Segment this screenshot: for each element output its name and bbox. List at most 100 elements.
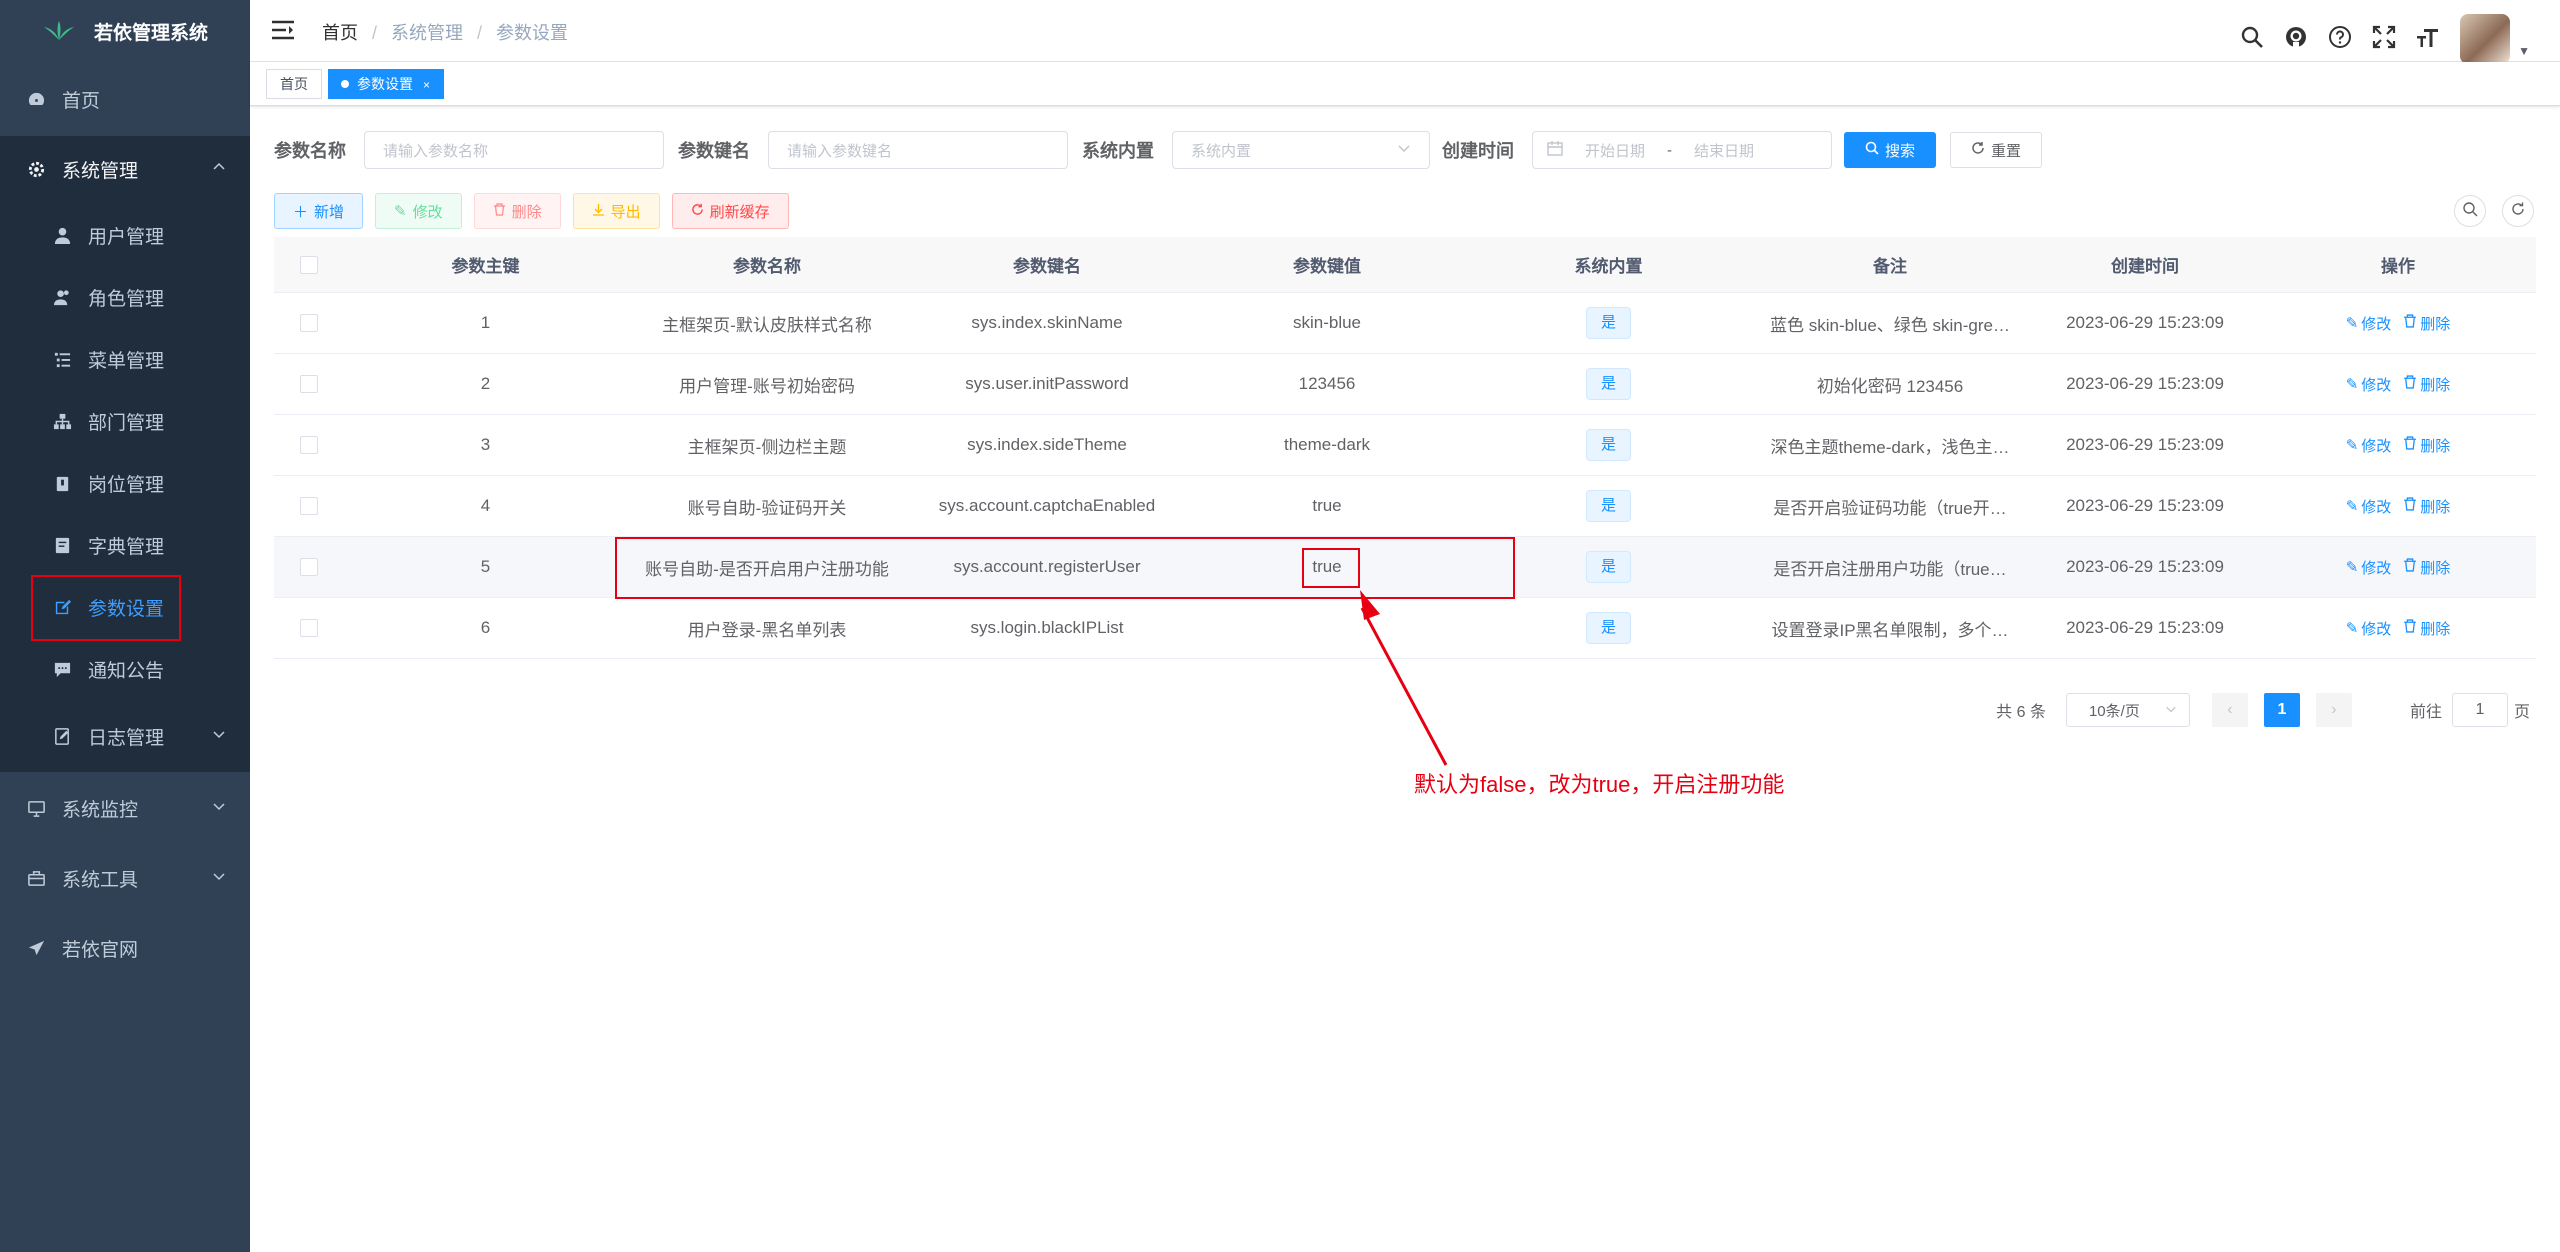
sidebar-item-notice[interactable]: 通知公告 bbox=[0, 638, 250, 700]
sidebar-item-home[interactable]: 首页 bbox=[0, 64, 250, 134]
sidebar-item-log[interactable]: 日志管理 bbox=[0, 700, 250, 772]
row-delete-link[interactable]: 删除 bbox=[2403, 313, 2450, 334]
row-edit-link[interactable]: ✎ 修改 bbox=[2346, 435, 2392, 456]
config-key-input[interactable]: 请输入参数键名 bbox=[768, 131, 1068, 169]
row-delete-link[interactable]: 删除 bbox=[2403, 618, 2450, 639]
user-icon bbox=[50, 223, 74, 247]
cell-builtin: 是 bbox=[1467, 368, 1750, 400]
config-type-label: 系统内置 bbox=[1082, 141, 1154, 161]
table-row[interactable]: 1 主框架页-默认皮肤样式名称 sys.index.skinName skin-… bbox=[274, 293, 2536, 354]
cell-name: 账号自助-验证码开关 bbox=[687, 498, 847, 518]
search-form: 参数名称 请输入参数名称 参数键名 请输入参数键名 系统内置 系统内置 创建时间… bbox=[274, 130, 2042, 170]
row-edit-link[interactable]: ✎ 修改 bbox=[2346, 557, 2392, 578]
row-delete-link[interactable]: 删除 bbox=[2403, 496, 2450, 517]
chevron-up-icon bbox=[212, 158, 226, 180]
trash-icon bbox=[2403, 436, 2417, 454]
sidebar-item-menu[interactable]: 菜单管理 bbox=[0, 328, 250, 390]
cell-builtin: 是 bbox=[1467, 612, 1750, 644]
sidebar-item-tool[interactable]: 系统工具 bbox=[0, 843, 250, 913]
navbar-right: ▼ bbox=[2240, 14, 2530, 64]
config-name-label: 参数名称 bbox=[274, 141, 346, 161]
row-edit-link[interactable]: ✎ 修改 bbox=[2346, 496, 2392, 517]
sidebar-item-dict[interactable]: 字典管理 bbox=[0, 514, 250, 576]
edit-icon: ✎ bbox=[2345, 620, 2359, 637]
select-all-checkbox[interactable] bbox=[274, 255, 344, 274]
row-delete-link[interactable]: 删除 bbox=[2403, 557, 2450, 578]
refresh-table-button[interactable] bbox=[2502, 195, 2534, 227]
search-icon[interactable] bbox=[2240, 25, 2264, 54]
table-row[interactable]: 2 用户管理-账号初始密码 sys.user.initPassword 1234… bbox=[274, 354, 2536, 415]
cell-remark: 蓝色 skin-blue、绿色 skin-gre… bbox=[1770, 315, 2010, 335]
github-icon[interactable] bbox=[2284, 25, 2308, 54]
goto-page-input[interactable]: 1 bbox=[2451, 693, 2508, 727]
pagination: 共 6 条 10条/页 ‹ 1 › 前往 1 页 bbox=[1996, 693, 2530, 727]
export-button[interactable]: 导出 bbox=[572, 193, 660, 229]
toggle-search-button[interactable] bbox=[2454, 195, 2486, 227]
config-name-input[interactable]: 请输入参数名称 bbox=[364, 131, 664, 169]
end-date-input[interactable]: 结束日期 bbox=[1694, 140, 1754, 161]
avatar[interactable] bbox=[2460, 14, 2511, 64]
cell-key: sys.index.sideTheme bbox=[967, 435, 1127, 454]
tag-config[interactable]: 参数设置 × bbox=[328, 69, 445, 99]
breadcrumb: 首页 / 系统管理 / 参数设置 bbox=[322, 23, 569, 43]
message-icon bbox=[50, 657, 74, 681]
row-checkbox[interactable] bbox=[274, 619, 344, 637]
row-delete-link[interactable]: 删除 bbox=[2403, 374, 2450, 395]
row-checkbox[interactable] bbox=[274, 497, 344, 515]
cell-created: 2023-06-29 15:23:09 bbox=[2066, 618, 2224, 637]
row-checkbox[interactable] bbox=[274, 558, 344, 576]
sidebar-item-user[interactable]: 用户管理 bbox=[0, 204, 250, 266]
row-checkbox[interactable] bbox=[274, 314, 344, 332]
question-icon[interactable] bbox=[2328, 25, 2352, 54]
add-button[interactable]: ＋新增 bbox=[274, 193, 364, 229]
row-edit-link[interactable]: ✎ 修改 bbox=[2346, 313, 2392, 334]
fullscreen-icon[interactable] bbox=[2372, 25, 2396, 54]
row-checkbox[interactable] bbox=[274, 375, 344, 393]
row-delete-link[interactable]: 删除 bbox=[2403, 435, 2450, 456]
sidebar-item-monitor[interactable]: 系统监控 bbox=[0, 773, 250, 843]
chevron-down-icon bbox=[1397, 141, 1411, 159]
breadcrumb-home[interactable]: 首页 bbox=[322, 23, 358, 43]
search-button[interactable]: 搜索 bbox=[1844, 132, 1936, 168]
goto-suffix: 页 bbox=[2513, 704, 2530, 721]
page-size-select[interactable]: 10条/页 bbox=[2065, 693, 2190, 727]
dashboard-icon bbox=[24, 87, 48, 111]
app-logo[interactable]: 若依管理系统 bbox=[0, 0, 250, 62]
cell-remark: 深色主题theme-dark，浅色主… bbox=[1770, 437, 2010, 457]
refresh-cache-button[interactable]: 刷新缓存 bbox=[671, 193, 789, 229]
range-separator: - bbox=[1667, 141, 1673, 159]
sidebar-item-website[interactable]: 若依官网 bbox=[0, 913, 250, 983]
prev-page-button[interactable]: ‹ bbox=[2211, 693, 2248, 727]
sidebar-item-dept[interactable]: 部门管理 bbox=[0, 390, 250, 452]
peoples-icon bbox=[50, 285, 74, 309]
page-number[interactable]: 1 bbox=[2263, 693, 2300, 727]
tag-home[interactable]: 首页 bbox=[266, 69, 322, 99]
app-title: 若依管理系统 bbox=[93, 22, 208, 44]
cell-id: 4 bbox=[480, 496, 491, 515]
row-edit-link[interactable]: ✎ 修改 bbox=[2346, 374, 2392, 395]
next-page-button[interactable]: › bbox=[2315, 693, 2352, 727]
builtin-tag: 是 bbox=[1585, 368, 1631, 400]
sidebar-item-role[interactable]: 角色管理 bbox=[0, 266, 250, 328]
config-type-select[interactable]: 系统内置 bbox=[1172, 131, 1430, 169]
calendar-icon bbox=[1547, 140, 1563, 160]
annotation-arrow bbox=[1360, 590, 1448, 766]
caret-down-icon[interactable]: ▼ bbox=[2518, 44, 2530, 58]
trash-icon bbox=[2403, 497, 2417, 515]
sidebar-item-post[interactable]: 岗位管理 bbox=[0, 452, 250, 514]
builtin-tag: 是 bbox=[1585, 490, 1631, 522]
date-range-picker[interactable]: 开始日期 - 结束日期 bbox=[1532, 131, 1832, 169]
font-size-icon[interactable] bbox=[2416, 25, 2440, 54]
start-date-input[interactable]: 开始日期 bbox=[1585, 140, 1645, 161]
delete-button[interactable]: 删除 bbox=[473, 193, 561, 229]
table-row[interactable]: 4 账号自助-验证码开关 sys.account.captchaEnabled … bbox=[274, 476, 2536, 537]
edit-button[interactable]: ✎ 修改 bbox=[375, 193, 462, 229]
table-row[interactable]: 3 主框架页-侧边栏主题 sys.index.sideTheme theme-d… bbox=[274, 415, 2536, 476]
hamburger-icon[interactable] bbox=[272, 20, 294, 40]
reset-button[interactable]: 重置 bbox=[1950, 132, 2042, 168]
row-edit-link[interactable]: ✎ 修改 bbox=[2346, 618, 2392, 639]
row-checkbox[interactable] bbox=[274, 436, 344, 454]
close-icon[interactable]: × bbox=[423, 78, 430, 92]
sidebar-item-system[interactable]: 系统管理 bbox=[0, 134, 250, 204]
chevron-down-icon bbox=[212, 867, 226, 889]
